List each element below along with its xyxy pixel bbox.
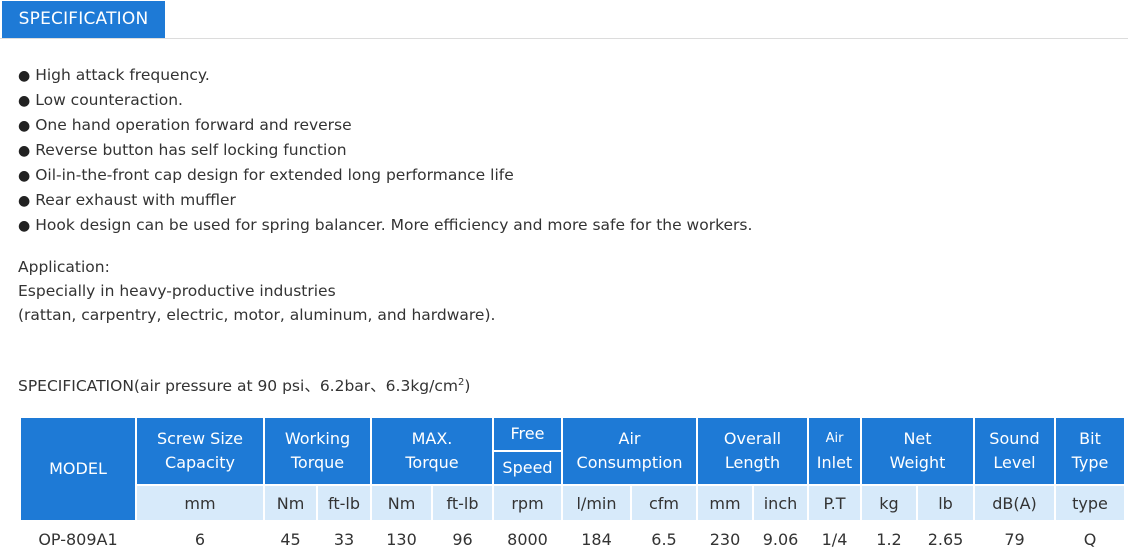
unit-cell: rpm	[492, 484, 563, 522]
list-item: ● One hand operation forward and reverse	[18, 113, 752, 138]
spec-note-text: SPECIFICATION(air pressure at 90 psi、6.2…	[18, 377, 458, 395]
feature-text: Hook design can be used for spring balan…	[35, 216, 753, 234]
bullet-icon: ●	[18, 218, 31, 234]
header-working-torque: Working Torque	[263, 416, 372, 486]
header-model: MODEL	[19, 416, 137, 522]
bullet-icon: ●	[18, 93, 31, 109]
feature-text: Oil-in-the-front cap design for extended…	[35, 166, 514, 184]
value-cell: 79	[973, 520, 1056, 558]
header-max-torque: MAX. Torque	[370, 416, 494, 486]
application-line: (rattan, carpentry, electric, motor, alu…	[18, 306, 496, 324]
unit-cell: mm	[696, 484, 754, 522]
unit-cell: inch	[752, 484, 809, 522]
header-bit-type: Bit Type	[1054, 416, 1126, 486]
header-air-inlet: Air Inlet	[807, 416, 862, 486]
unit-cell: kg	[860, 484, 918, 522]
feature-text: One hand operation forward and reverse	[35, 116, 352, 134]
unit-cell: l/min	[561, 484, 632, 522]
value-cell: 1/4	[807, 520, 862, 558]
unit-cell: ft-lb	[431, 484, 494, 522]
value-cell: 96	[431, 520, 494, 558]
value-cell: 1.2	[860, 520, 918, 558]
feature-text: Rear exhaust with muffler	[35, 191, 236, 209]
list-item: ● Low counteraction.	[18, 88, 752, 113]
list-item: ● High attack frequency.	[18, 63, 752, 88]
value-cell: 6.5	[630, 520, 698, 558]
header-sound-level: Sound Level	[973, 416, 1056, 486]
list-item: ● Rear exhaust with muffler	[18, 188, 752, 213]
list-item: ● Reverse button has self locking functio…	[18, 138, 752, 163]
application-line: Especially in heavy-productive industrie…	[18, 282, 336, 300]
bullet-icon: ●	[18, 118, 31, 134]
feature-text: High attack frequency.	[35, 66, 210, 84]
application-section: Application: Especially in heavy-product…	[18, 255, 495, 327]
model-cell: OP-809A1	[19, 520, 137, 558]
value-cell: 130	[370, 520, 433, 558]
tab-specification[interactable]: SPECIFICATION	[2, 1, 165, 38]
header-overall-length: Overall Length	[696, 416, 809, 486]
bullet-icon: ●	[18, 143, 31, 159]
value-cell: 6	[135, 520, 265, 558]
bullet-icon: ●	[18, 68, 31, 84]
unit-row: mm Nm ft-lb Nm ft-lb rpm l/min cfm mm in…	[20, 484, 1126, 522]
list-item: ● Oil-in-the-front cap design for extende…	[18, 163, 752, 188]
value-cell: 8000	[492, 520, 563, 558]
header-row: MODEL Screw Size Capacity Working Torque M…	[19, 416, 1126, 522]
value-cell: 230	[696, 520, 754, 558]
unit-cell: lb	[916, 484, 975, 522]
unit-cell: ft-lb	[316, 484, 372, 522]
value-cell: 184	[561, 520, 632, 558]
application-heading: Application:	[18, 258, 110, 276]
unit-cell: mm	[135, 484, 265, 522]
header-screw-size: Screw Size Capacity	[135, 416, 265, 486]
feature-text: Reverse button has self locking function	[35, 141, 347, 159]
unit-cell: dB(A)	[973, 484, 1056, 522]
spec-table: MODEL Screw Size Capacity Working Torque M…	[19, 416, 1126, 558]
spec-note-suffix: )	[464, 377, 471, 395]
spec-note: SPECIFICATION(air pressure at 90 psi、6.2…	[18, 374, 470, 398]
unit-cell: P.T	[807, 484, 862, 522]
unit-cell: Nm	[263, 484, 318, 522]
feature-list: ● High attack frequency. ● Low counteracti…	[18, 63, 752, 238]
bullet-icon: ●	[18, 193, 31, 209]
value-cell: 2.65	[916, 520, 975, 558]
value-cell: 33	[316, 520, 372, 558]
unit-cell: type	[1054, 484, 1126, 522]
value-cell: 9.06	[752, 520, 809, 558]
bit-type-cell: Q	[1054, 520, 1126, 558]
bullet-icon: ●	[18, 168, 31, 184]
header-air-consumption: Air Consumption	[561, 416, 698, 486]
list-item: ● Hook design can be used for spring bala…	[18, 213, 752, 238]
header-free: Free	[492, 416, 563, 452]
unit-cell: Nm	[370, 484, 433, 522]
tab-bar: SPECIFICATION	[0, 0, 1128, 39]
unit-cell: cfm	[630, 484, 698, 522]
feature-text: Low counteraction.	[35, 91, 183, 109]
header-speed: Speed	[492, 450, 563, 486]
value-cell: 45	[263, 520, 318, 558]
header-net-weight: Net Weight	[860, 416, 975, 486]
table-row: OP-809A1 6 45 33 130 96 8000 184 6.5 230…	[19, 520, 1126, 558]
